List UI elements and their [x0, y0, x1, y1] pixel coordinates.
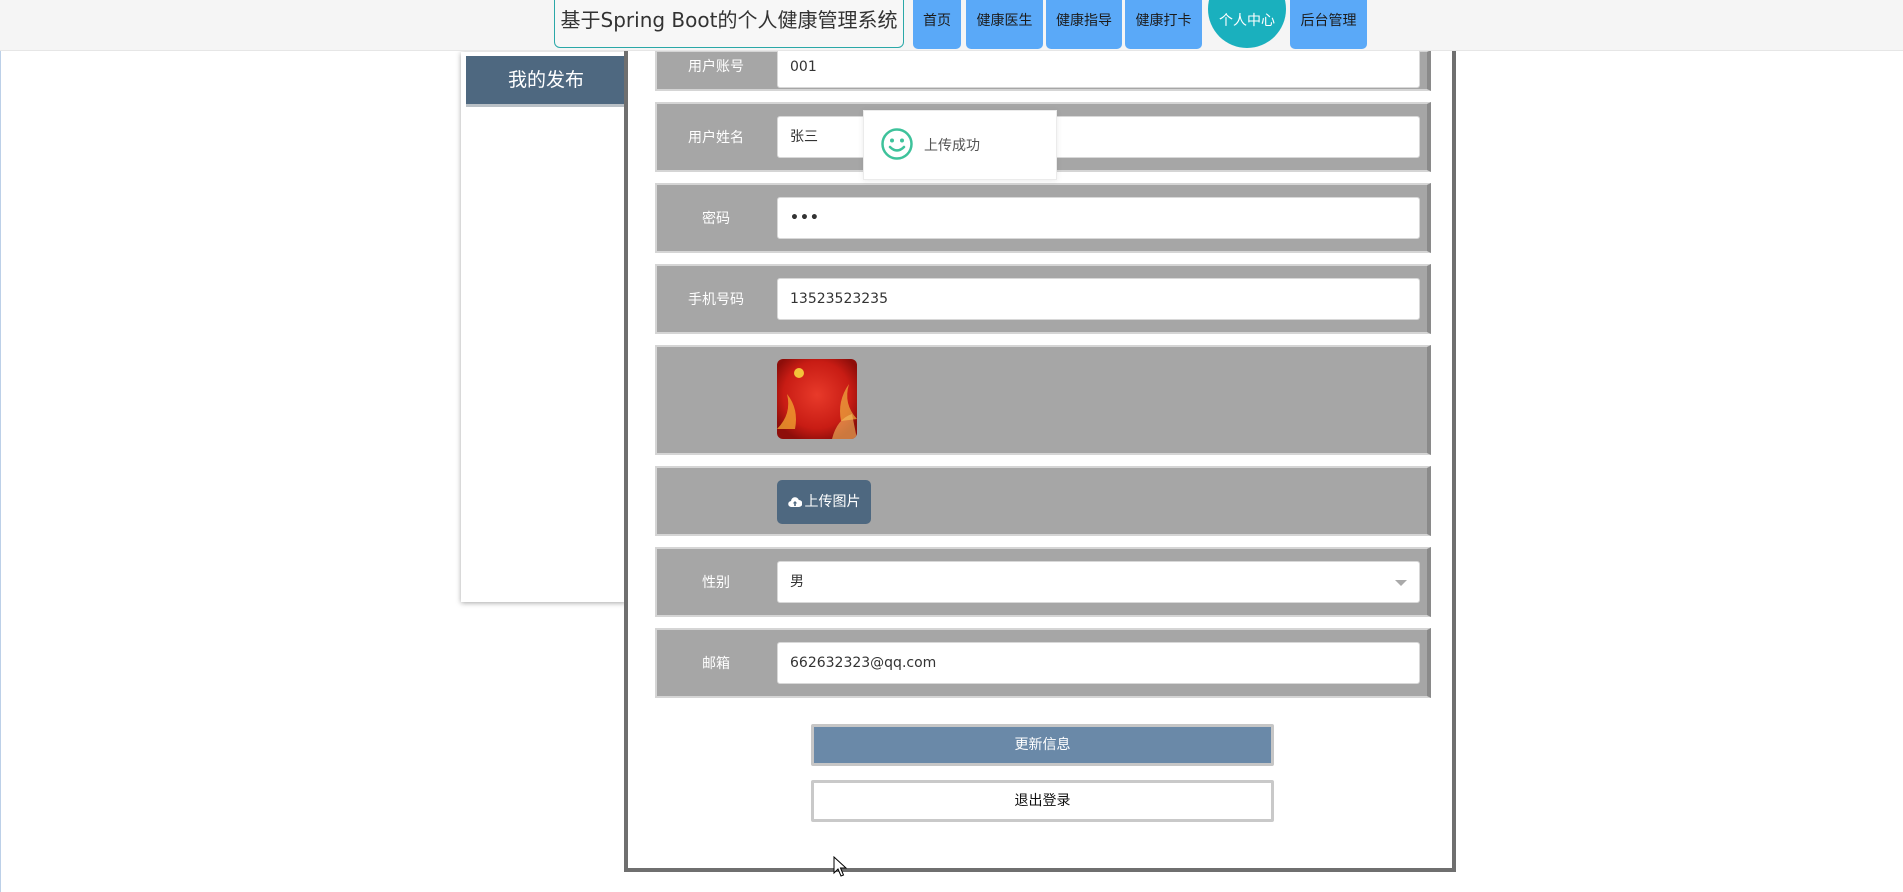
password-row: 密码 ••• — [655, 183, 1431, 253]
account-row: 用户账号 001 — [655, 46, 1431, 91]
window-edge — [0, 0, 1, 892]
gender-select[interactable]: 男 — [777, 561, 1420, 603]
toast-message: 上传成功 — [924, 138, 980, 154]
nav-personal-center-label: 个人中心 — [1219, 13, 1275, 29]
gender-row: 性别 男 — [655, 547, 1431, 617]
upload-image-label: 上传图片 — [804, 494, 861, 510]
gender-label: 性别 — [702, 575, 730, 591]
sidebar: 我的发布 — [461, 52, 626, 602]
chevron-down-icon — [1395, 580, 1407, 586]
nav-personal-center[interactable]: 个人中心 — [1208, 0, 1286, 48]
cloud-upload-icon — [787, 497, 802, 508]
toast-notification: 上传成功 — [863, 110, 1057, 180]
password-label: 密码 — [702, 211, 730, 227]
phone-label: 手机号码 — [688, 292, 744, 308]
site-title: 基于Spring Boot的个人健康管理系统 — [554, 0, 904, 48]
account-input[interactable]: 001 — [777, 46, 1420, 88]
email-input[interactable]: 662632323@qq.com — [777, 642, 1420, 684]
email-row: 邮箱 662632323@qq.com — [655, 628, 1431, 698]
avatar-row — [655, 345, 1431, 455]
name-label: 用户姓名 — [688, 130, 744, 146]
update-info-button[interactable]: 更新信息 — [811, 724, 1274, 766]
account-label: 用户账号 — [688, 59, 744, 75]
nav-home[interactable]: 首页 — [913, 0, 961, 49]
upload-row: 上传图片 — [655, 466, 1431, 536]
logout-button[interactable]: 退出登录 — [811, 780, 1274, 822]
phone-row: 手机号码 13523523235 — [655, 264, 1431, 334]
nav-admin[interactable]: 后台管理 — [1290, 0, 1367, 49]
gender-select-value: 男 — [790, 574, 804, 590]
email-label: 邮箱 — [702, 656, 730, 672]
avatar-image — [777, 359, 857, 439]
top-navigation-bar: 基于Spring Boot的个人健康管理系统 首页 健康医生 健康指导 健康打卡… — [0, 0, 1903, 51]
phone-input[interactable]: 13523523235 — [777, 278, 1420, 320]
nav-health-checkin[interactable]: 健康打卡 — [1125, 0, 1202, 49]
mouse-cursor-icon — [833, 856, 847, 877]
nav-health-guide[interactable]: 健康指导 — [1046, 0, 1122, 49]
smile-icon — [881, 128, 913, 160]
sidebar-item-my-posts[interactable]: 我的发布 — [466, 56, 626, 107]
nav-health-doctor[interactable]: 健康医生 — [966, 0, 1043, 49]
password-input[interactable]: ••• — [777, 197, 1420, 239]
upload-image-button[interactable]: 上传图片 — [777, 480, 871, 524]
